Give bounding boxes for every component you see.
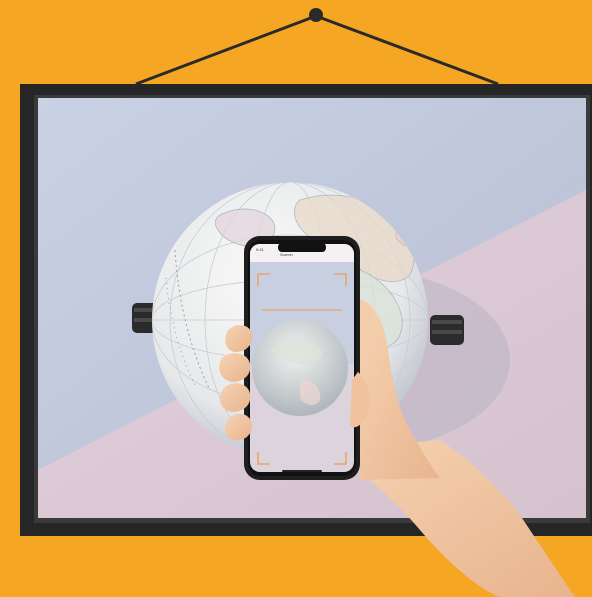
phone-status-time: 9:41	[256, 247, 264, 252]
smartphone	[244, 236, 360, 480]
hanging-wire	[135, 8, 499, 86]
hanging-hook-icon	[309, 8, 323, 22]
screen-globe	[252, 320, 348, 416]
phone-screen-title: Scanner	[280, 253, 294, 257]
phone-notch	[278, 243, 326, 252]
hanging-photo-illustration	[20, 8, 592, 597]
